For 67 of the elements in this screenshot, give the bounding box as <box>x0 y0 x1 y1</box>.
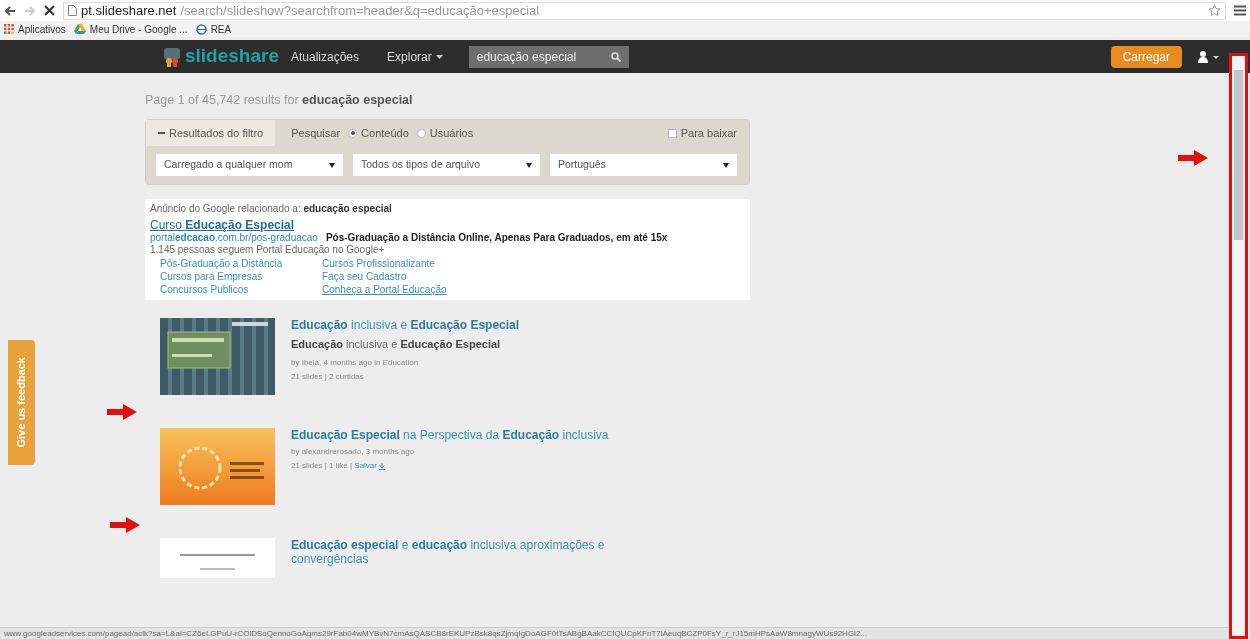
logo-icon <box>163 46 181 67</box>
star-icon[interactable] <box>1208 4 1221 17</box>
result-byline: by alexandrerosado, 3 months ago <box>291 446 416 458</box>
results-summary: Page 1 of 45,742 results for educação especial <box>145 92 414 109</box>
ad-heading: Anúncio do Google relacionado a: educação especial <box>150 203 393 215</box>
radio-button[interactable] <box>416 128 426 138</box>
arrow-icon <box>110 517 140 533</box>
ad-url[interactable]: portaledcacao.com.br/pos-graduacao <box>150 232 318 243</box>
result-subtitle: Educação inclusiva e Educação Especial <box>291 337 502 352</box>
apps-grid-icon <box>4 24 14 34</box>
ad-title-link[interactable]: Curso Educação Especial <box>150 218 745 232</box>
checkbox-label: Para baixar <box>680 125 737 141</box>
menu-icon[interactable] <box>1234 5 1246 16</box>
caret-icon <box>526 162 532 168</box>
drive-icon <box>73 24 86 34</box>
ad-link[interactable]: Faça seu Cadastro <box>322 270 407 283</box>
caret-icon <box>435 54 443 59</box>
ad-description: Pós-Graduação a Distância Online, Apenas Para Graduados, em até 15x <box>325 232 668 243</box>
filter-toggle[interactable]: Resultados do filtro <box>146 120 276 146</box>
caret-icon <box>723 162 729 168</box>
nav-link[interactable]: Atualizações <box>291 47 360 66</box>
back-icon[interactable] <box>4 4 16 17</box>
ad-link[interactable]: Concursos Publicos <box>160 283 249 296</box>
result-title-link[interactable]: Educação Especial na Perspectiva da Educação inclusiva <box>291 428 671 442</box>
user-menu-icon[interactable] <box>1198 50 1220 63</box>
ad-link[interactable]: Pós-Graduação a Distância <box>160 257 283 270</box>
radio-label: Usuários <box>429 125 474 141</box>
scrollbar[interactable] <box>1229 53 1248 639</box>
result-title-link[interactable]: Educação especial e educação inclusiva aproximações e convergências <box>291 538 671 566</box>
status-url: www.googleadservices.com/pagead/aclk?sa=L&ai=CZ6eLGPuU-rCOlDSoQennoGoAqms29rFab04wMYBvN7cmAsQASCB8rEKUPzBsk8qsZjmqIgDoAGF0tTsABgBAakCCIQUCpKFnT7lAeuqBCZP0FsY_r_rJ15mHPsAaW8mnagyWUs92HGl2... <box>4 629 867 638</box>
save-link[interactable]: Salvar <box>354 460 385 472</box>
dropdown[interactable]: Todos os tipos de arquivo <box>353 154 540 176</box>
explore-menu[interactable]: Explorar <box>387 47 443 66</box>
ad-link[interactable]: Cursos Profissionalizante <box>322 257 435 270</box>
scroll-thumb[interactable] <box>1234 70 1243 240</box>
feedback-label: Give us feedback <box>14 357 29 448</box>
result-stats: 21 slides | 2 curtidas <box>291 370 364 383</box>
bookmark[interactable]: Meu Drive - Google ... <box>73 21 188 37</box>
url-host: pt.slideshare.net <box>81 1 177 20</box>
result-byline: by Ibela, 4 months ago in Education <box>291 356 420 369</box>
dropdown[interactable]: Português <box>550 154 737 176</box>
close-icon[interactable] <box>44 5 55 16</box>
radio-button[interactable] <box>348 128 358 138</box>
upload-button[interactable]: Carregar <box>1110 45 1182 68</box>
ad-link[interactable]: Conheça a Portal Educação <box>322 283 447 296</box>
checkbox[interactable] <box>667 128 677 138</box>
result-stats: 21 slides | 1 like | <box>291 460 354 472</box>
caret-icon <box>329 162 335 168</box>
bookmark[interactable]: REA <box>195 21 232 37</box>
ad-followers: 1.145 pessoas seguem Portal Educação no Google+ <box>150 244 386 256</box>
result-title-link[interactable]: Educação inclusiva e Educação Especial <box>291 318 671 332</box>
search-value: educação especial <box>476 48 578 66</box>
search-icon <box>610 51 621 62</box>
logo[interactable]: slideshare <box>163 42 279 71</box>
bookmark[interactable]: Aplicativos <box>4 21 66 37</box>
page-icon <box>68 5 77 16</box>
arrow-icon <box>107 404 137 420</box>
download-icon <box>379 462 385 470</box>
address-bar[interactable]: pt.slideshare.net /search/slideshow?searchfrom=header&q=educação+especial <box>63 1 1226 20</box>
dropdown[interactable]: Carregado a qualquer mom <box>156 154 343 176</box>
arrow-icon <box>1178 150 1208 166</box>
search-label: Pesquisar <box>291 125 341 141</box>
radio-label: Conteúdo <box>361 125 409 141</box>
ad-link[interactable]: Cursos para Empresas <box>160 270 263 283</box>
url-path: /search/slideshow?searchfrom=header&q=educação+especial <box>180 1 540 20</box>
search-field[interactable]: educação especial <box>468 45 629 68</box>
globe-icon <box>195 23 207 35</box>
